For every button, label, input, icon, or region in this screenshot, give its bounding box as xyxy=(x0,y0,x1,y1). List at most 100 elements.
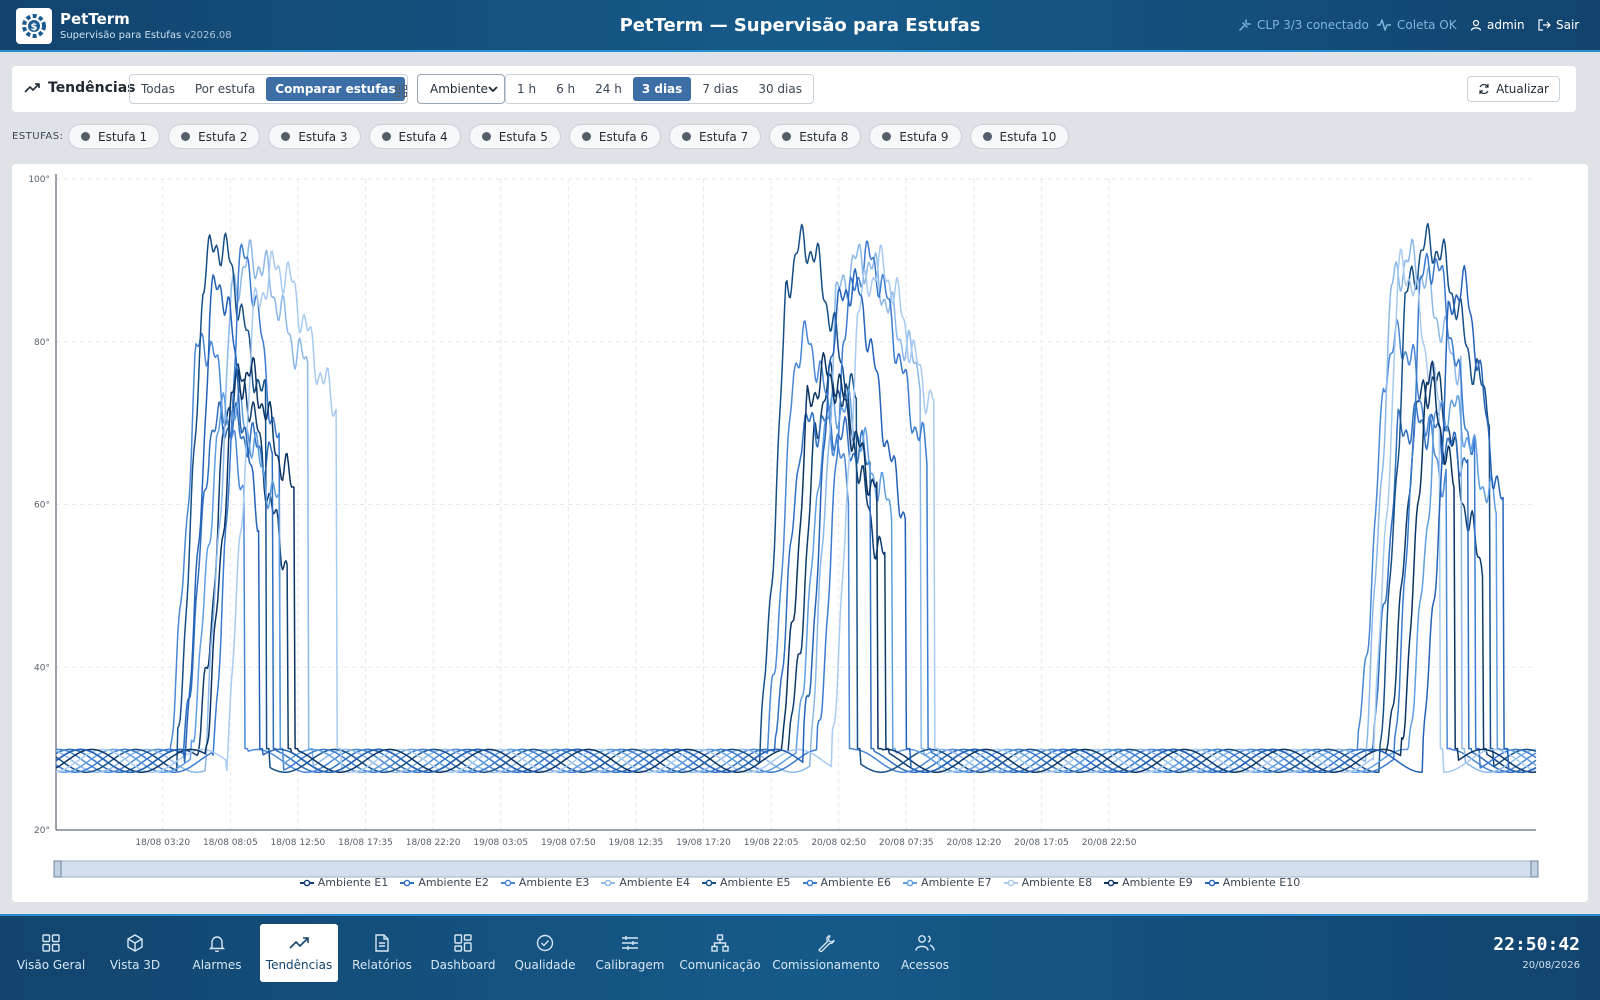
x-tick-label: 19/08 03:05 xyxy=(473,838,528,848)
nav-tendencias[interactable]: Tendências xyxy=(260,924,338,982)
network-icon xyxy=(711,934,729,952)
range-6h[interactable]: 6 h xyxy=(547,77,584,101)
legend-item-e1[interactable]: Ambiente E1 xyxy=(299,876,389,889)
app-version: v2026.08 xyxy=(184,30,232,41)
y-tick-label: 40° xyxy=(34,663,50,673)
chip-estufa-10[interactable]: Estufa 10 xyxy=(969,124,1070,149)
chip-estufa-5[interactable]: Estufa 5 xyxy=(468,124,561,149)
chip-estufa-6[interactable]: Estufa 6 xyxy=(568,124,662,149)
legend-item-e7[interactable]: Ambiente E7 xyxy=(903,876,992,889)
nav-comunicacao[interactable]: Comunicação xyxy=(678,924,762,982)
view-option-todas[interactable]: Todas xyxy=(132,77,184,101)
range-30-dias[interactable]: 30 dias xyxy=(749,77,811,101)
logout-button[interactable]: Sair xyxy=(1538,18,1579,32)
x-tick-label: 19/08 07:50 xyxy=(541,838,596,848)
x-tick-label: 18/08 22:20 xyxy=(406,838,461,848)
legend-label: Ambiente E1 xyxy=(317,876,389,889)
legend-swatch-marker xyxy=(705,879,713,886)
nav-label: Comissionamento xyxy=(772,958,880,972)
grid-icon xyxy=(395,82,407,101)
trends-toolbar: Tendências Todas Por estufa Comparar est… xyxy=(12,66,1576,112)
series-line-e4 xyxy=(55,238,1537,773)
range-1h[interactable]: 1 h xyxy=(508,77,545,101)
nav-label: Acessos xyxy=(900,958,950,972)
legend-item-e2[interactable]: Ambiente E2 xyxy=(400,876,489,889)
user-menu[interactable]: admin xyxy=(1470,18,1525,32)
nav-calibragem[interactable]: Calibragem xyxy=(590,924,670,982)
legend-swatch-marker xyxy=(605,879,612,886)
chip-estufa-2[interactable]: Estufa 2 xyxy=(168,124,261,149)
legend-label: Ambiente E7 xyxy=(921,876,992,889)
nav-visao-geral[interactable]: Visão Geral xyxy=(12,924,90,982)
chip-label: Estufa 1 xyxy=(98,129,148,144)
chip-label: Estufa 7 xyxy=(699,129,749,144)
legend-item-e6[interactable]: Ambiente E6 xyxy=(802,876,892,889)
x-tick-label: 20/08 07:35 xyxy=(879,838,934,848)
nav-label: Visão Geral xyxy=(16,958,86,972)
x-tick-label: 20/08 22:50 xyxy=(1082,838,1137,848)
legend-swatch xyxy=(903,879,918,886)
chip-dot xyxy=(581,132,591,141)
chip-dot xyxy=(181,132,191,141)
chip-dot xyxy=(982,132,992,141)
trend-chart-panel: 20° 40° 60° 80° 100° 18/08 03:20 18/08 08:05 18… xyxy=(12,164,1588,902)
x-tick-label: 19/08 12:35 xyxy=(609,838,664,848)
trending-up-icon xyxy=(289,937,309,949)
nav-label: Alarmes xyxy=(192,958,242,972)
legend-swatch xyxy=(400,879,415,886)
y-tick-label: 100° xyxy=(28,175,50,185)
range-7-dias[interactable]: 7 dias xyxy=(693,77,747,101)
nav-alarmes[interactable]: Alarmes xyxy=(182,924,252,982)
legend-label: Ambiente E6 xyxy=(820,876,892,889)
chip-estufa-3[interactable]: Estufa 3 xyxy=(268,124,361,149)
collect-status-text: Coleta OK xyxy=(1397,18,1457,32)
nav-relatorios[interactable]: Relatórios xyxy=(346,924,418,982)
legend-swatch xyxy=(299,879,314,886)
nav-acessos[interactable]: Acessos xyxy=(890,924,960,982)
variable-select[interactable]: Ambiente xyxy=(417,74,505,104)
clp-status-text: CLP 3/3 conectado xyxy=(1257,18,1369,32)
nav-vista-3d[interactable]: Vista 3D xyxy=(98,924,172,982)
legend-item-e8[interactable]: Ambiente E8 xyxy=(1003,876,1093,889)
chip-estufa-9[interactable]: Estufa 9 xyxy=(869,124,962,149)
range-3-dias[interactable]: 3 dias xyxy=(632,77,692,101)
x-tick-label: 20/08 17:05 xyxy=(1014,838,1069,848)
chip-estufa-8[interactable]: Estufa 8 xyxy=(769,124,862,149)
legend-label: Ambiente E8 xyxy=(1021,876,1093,889)
app-logo: $ xyxy=(16,8,52,44)
trend-chart: 20° 40° 60° 80° 100° 18/08 03:20 18/08 08:05 18… xyxy=(28,174,1539,878)
legend-item-e10[interactable]: Ambiente E10 xyxy=(1204,876,1300,889)
nav-dashboard[interactable]: Dashboard xyxy=(426,924,500,982)
chip-label: Estufa 9 xyxy=(899,129,949,144)
chip-label: Estufa 2 xyxy=(198,129,248,144)
nav-qualidade[interactable]: Qualidade xyxy=(508,924,582,982)
legend-item-e4[interactable]: Ambiente E4 xyxy=(601,876,690,889)
y-tick-label: 60° xyxy=(34,501,50,511)
range-24h[interactable]: 24 h xyxy=(586,77,631,101)
users-icon xyxy=(915,935,935,951)
legend-item-e9[interactable]: Ambiente E9 xyxy=(1104,876,1193,889)
nav-comissionamento[interactable]: Comissionamento xyxy=(770,924,882,982)
nav-label: Dashboard xyxy=(430,958,496,972)
nav-label: Comunicação xyxy=(679,958,761,972)
legend-label: Ambiente E3 xyxy=(518,876,590,889)
legend-label: Ambiente E5 xyxy=(719,876,791,889)
dashboard-icon xyxy=(454,934,472,952)
refresh-button[interactable]: Atualizar xyxy=(1467,76,1560,102)
app-name: PetTerm xyxy=(60,10,130,28)
view-option-por-estufa[interactable]: Por estufa xyxy=(186,77,264,101)
legend-swatch xyxy=(601,879,616,886)
nav-label: Calibragem xyxy=(595,958,665,972)
clp-status: CLP 3/3 conectado xyxy=(1238,18,1369,32)
legend-item-e3[interactable]: Ambiente E3 xyxy=(500,876,590,889)
legend-item-e5[interactable]: Ambiente E5 xyxy=(701,876,791,889)
y-tick-label: 20° xyxy=(34,826,50,836)
check-circle-icon xyxy=(536,934,554,952)
chip-estufa-1[interactable]: Estufa 1 xyxy=(68,124,161,149)
header-bar: $ PetTerm Supervisão para Estufas v2026.… xyxy=(0,0,1600,52)
chip-estufa-4[interactable]: Estufa 4 xyxy=(368,124,461,149)
bell-icon xyxy=(208,936,226,952)
legend-swatch-marker xyxy=(504,879,512,886)
view-option-comparar-estufas[interactable]: Comparar estufas xyxy=(266,77,405,101)
chip-estufa-7[interactable]: Estufa 7 xyxy=(669,124,762,149)
